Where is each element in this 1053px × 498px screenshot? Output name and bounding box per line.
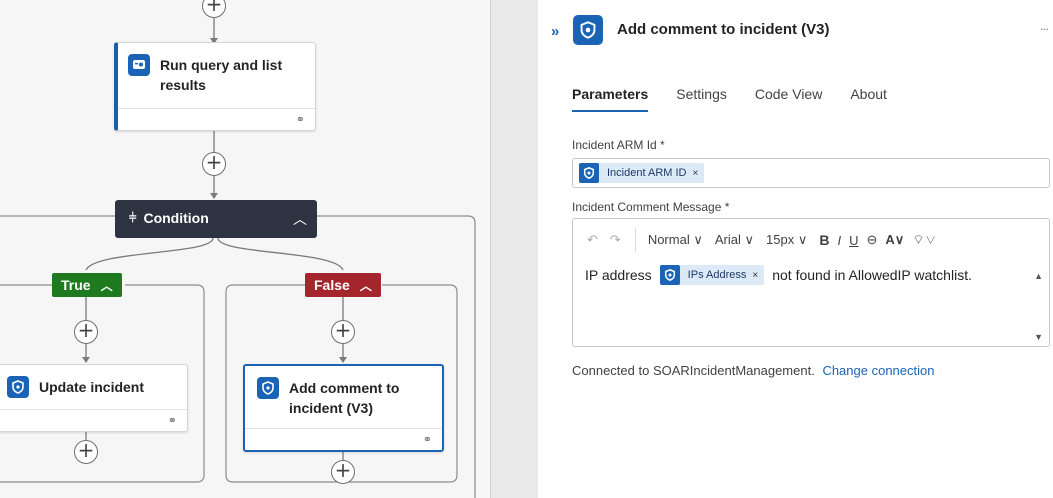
remove-token-icon[interactable]: × — [752, 270, 758, 281]
comment-text-before: IP address — [585, 267, 652, 283]
run-query-card[interactable]: Run query and list results ⚭ — [114, 42, 316, 131]
incident-arm-id-label: Incident ARM Id * — [572, 138, 665, 152]
designer-canvas: + Run query and list results ⚭ + ⫩ Condit… — [0, 0, 490, 498]
remove-token-icon[interactable]: × — [692, 168, 698, 179]
run-query-card-title: Run query and list results — [160, 57, 283, 93]
chevron-down-icon: ∨ — [924, 232, 937, 247]
comment-message-label: Incident Comment Message * — [572, 200, 730, 214]
incident-arm-id-field[interactable]: Incident ARM ID × — [572, 158, 1050, 188]
block-format-select[interactable]: Normal ∨ — [648, 232, 703, 248]
condition-block[interactable]: ⫩ Condition ︿ — [115, 200, 317, 238]
bold-button[interactable]: B — [819, 232, 829, 248]
comment-message-editor[interactable]: ↶ ↷ Normal ∨ Arial ∨ 15px ∨ B I U ⊖ A∨ ⌔… — [572, 218, 1050, 347]
tab-parameters[interactable]: Parameters — [572, 86, 649, 112]
panel-divider[interactable] — [490, 0, 538, 498]
chain-link-icon: ⚭ — [167, 415, 177, 427]
panel-title: Add comment to incident (V3) — [617, 21, 830, 38]
false-branch-label[interactable]: False ︿ — [305, 273, 381, 297]
chevron-up-icon: ︿ — [359, 278, 372, 293]
analytics-query-icon — [128, 54, 150, 76]
underline-button[interactable]: U — [849, 233, 858, 248]
tab-settings[interactable]: Settings — [676, 86, 727, 112]
true-branch-label[interactable]: True ︿ — [52, 273, 122, 297]
more-options-icon[interactable]: ... — [1040, 18, 1049, 33]
redo-icon[interactable]: ↷ — [610, 232, 621, 248]
ips-address-token-label: IPs Address — [687, 269, 747, 281]
connection-text: Connected to SOARIncidentManagement. — [572, 363, 815, 378]
scroll-up-arrow-icon[interactable]: ▲ — [1034, 271, 1043, 281]
sentinel-shield-icon — [659, 265, 680, 285]
chevron-down-icon: ∨ — [693, 232, 703, 247]
highlight-color-button[interactable]: ⌔∨ — [912, 232, 936, 248]
add-step-button-after-comment[interactable]: + — [331, 460, 355, 484]
incident-arm-id-token-label: Incident ARM ID — [607, 167, 687, 179]
ips-address-token[interactable]: IPs Address × — [659, 265, 765, 285]
chevron-up-icon[interactable]: ︿ — [293, 209, 307, 229]
insert-link-icon[interactable]: ⊖ — [867, 232, 878, 248]
panel-tabs: Parameters Settings Code View About — [572, 86, 915, 112]
chain-link-icon: ⚭ — [422, 434, 432, 446]
scroll-down-arrow-icon[interactable]: ▼ — [1034, 332, 1043, 342]
update-incident-card[interactable]: Update incident ⚭ — [0, 364, 188, 432]
add-comment-card[interactable]: Add comment to incident (V3) ⚭ — [243, 364, 444, 452]
add-step-button-true[interactable]: + — [74, 320, 98, 344]
update-incident-card-title: Update incident — [39, 379, 145, 395]
chevron-up-icon: ︿ — [100, 278, 113, 293]
incident-arm-id-token[interactable]: Incident ARM ID × — [579, 163, 705, 183]
add-step-button-middle[interactable]: + — [202, 152, 226, 176]
font-select[interactable]: Arial ∨ — [715, 232, 754, 248]
chevron-down-icon: ∨ — [797, 232, 808, 247]
comment-message-content[interactable]: IP address IPs Address × not found in Al… — [585, 265, 1025, 285]
change-connection-link[interactable]: Change connection — [822, 363, 934, 378]
add-comment-card-title: Add comment to incident (V3) — [289, 380, 400, 416]
sentinel-shield-icon — [579, 163, 599, 183]
sentinel-shield-icon — [573, 15, 603, 45]
connection-info: Connected to SOARIncidentManagement. Cha… — [572, 363, 934, 378]
condition-icon: ⫩ — [129, 210, 137, 225]
tab-about[interactable]: About — [850, 86, 887, 112]
add-step-button-false[interactable]: + — [331, 320, 355, 344]
add-step-button-after-update[interactable]: + — [74, 440, 98, 464]
rich-text-toolbar: ↶ ↷ Normal ∨ Arial ∨ 15px ∨ B I U ⊖ A∨ ⌔… — [573, 219, 1049, 261]
chevron-down-icon: ∨ — [744, 232, 755, 247]
tab-code-view[interactable]: Code View — [755, 86, 822, 112]
sentinel-shield-icon — [257, 377, 279, 399]
comment-text-after: not found in AllowedIP watchlist. — [772, 267, 972, 283]
italic-button[interactable]: I — [837, 233, 841, 248]
font-size-select[interactable]: 15px ∨ — [766, 232, 807, 248]
chain-link-icon: ⚭ — [295, 114, 305, 126]
expand-panel-icon[interactable]: » — [551, 23, 559, 40]
undo-icon[interactable]: ↶ — [587, 232, 598, 248]
highlighter-icon: ⌔ — [912, 232, 925, 247]
chevron-down-icon: ∨ — [894, 232, 905, 247]
font-color-button[interactable]: A∨ — [885, 232, 904, 248]
sentinel-shield-icon — [7, 376, 29, 398]
condition-label: Condition — [143, 210, 209, 226]
